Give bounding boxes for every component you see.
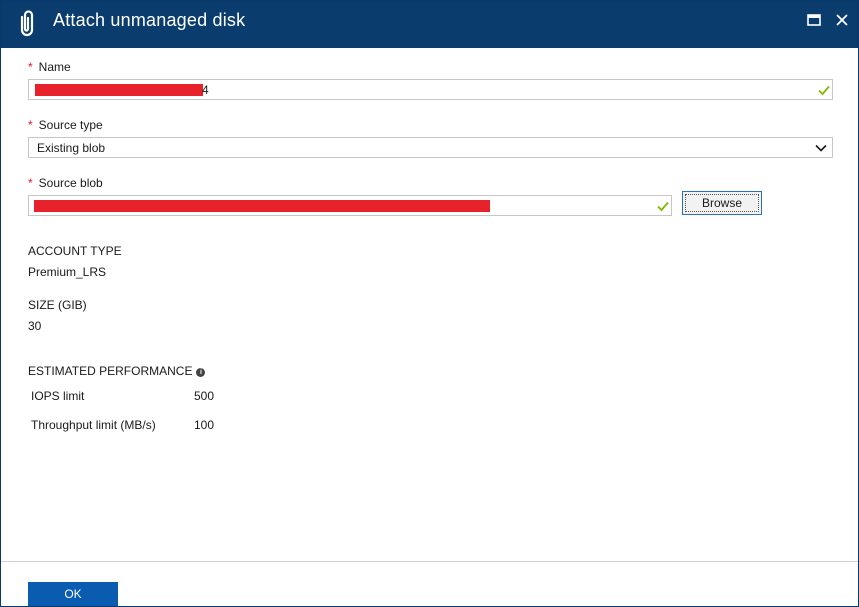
estimated-performance-label: ESTIMATED PERFORMANCE <box>28 364 193 378</box>
source-type-value: Existing blob <box>37 141 106 155</box>
iops-limit-label: IOPS limit <box>31 389 85 403</box>
paperclip-icon <box>20 10 34 37</box>
chevron-down-icon <box>815 144 827 152</box>
name-label: * Name <box>28 60 71 74</box>
title-bar: Attach unmanaged disk <box>1 1 858 48</box>
dialog-title: Attach unmanaged disk <box>53 10 246 30</box>
iops-limit-value: 500 <box>194 389 215 403</box>
redaction <box>35 84 203 96</box>
throughput-limit-value: 100 <box>194 418 215 432</box>
ok-button[interactable]: OK <box>28 582 118 606</box>
required-marker: * <box>28 118 33 132</box>
name-label-text: Name <box>38 60 71 74</box>
account-type-value: Premium_LRS <box>28 265 107 279</box>
valid-check-icon <box>818 85 830 96</box>
account-type-label: ACCOUNT TYPE <box>28 244 122 258</box>
throughput-limit-label: Throughput limit (MB/s) <box>31 418 156 432</box>
close-icon <box>836 14 848 26</box>
redaction <box>34 200 490 212</box>
browse-button[interactable]: Browse <box>682 191 762 215</box>
name-input[interactable]: 4 <box>28 79 833 100</box>
source-type-select[interactable]: Existing blob <box>28 137 833 158</box>
estimated-performance-heading: ESTIMATED PERFORMANCE i <box>28 364 206 378</box>
footer-divider <box>1 561 858 562</box>
required-marker: * <box>28 60 33 74</box>
source-blob-input[interactable] <box>28 195 672 216</box>
size-label: SIZE (GIB) <box>28 298 87 312</box>
close-button[interactable] <box>833 11 851 29</box>
source-blob-label-text: Source blob <box>38 176 103 190</box>
maximize-icon <box>807 14 821 26</box>
required-marker: * <box>28 176 33 190</box>
valid-check-icon <box>657 201 669 212</box>
maximize-button[interactable] <box>805 11 823 29</box>
name-value-suffix: 4 <box>202 83 209 97</box>
source-blob-label: * Source blob <box>28 176 103 190</box>
size-value: 30 <box>28 319 42 333</box>
source-type-label: * Source type <box>28 118 103 132</box>
source-type-label-text: Source type <box>38 118 103 132</box>
attach-disk-dialog: Attach unmanaged disk * Name 4 * Source ty… <box>0 0 859 607</box>
info-icon[interactable]: i <box>196 368 206 377</box>
